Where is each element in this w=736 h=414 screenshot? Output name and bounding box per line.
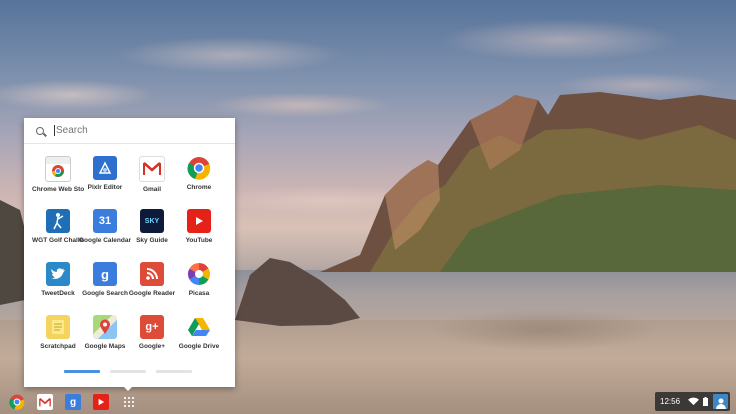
search-input[interactable] — [54, 125, 216, 136]
youtube-icon — [98, 398, 105, 406]
app-label: Google Reader — [128, 290, 176, 297]
app-youtube[interactable]: YouTube — [173, 209, 225, 244]
user-avatar-icon — [715, 398, 726, 409]
app-google-search[interactable]: g Google Search — [79, 262, 131, 297]
system-tray[interactable]: 12:56 — [655, 392, 730, 411]
shelf-app-launcher[interactable] — [121, 394, 137, 410]
app-label: Google+ — [138, 343, 166, 350]
app-sky-guide[interactable]: SKY Sky Guide — [126, 209, 178, 244]
app-picasa[interactable]: Picasa — [173, 262, 225, 297]
shelf-gmail[interactable] — [37, 394, 53, 410]
app-label: Chrome — [186, 184, 212, 191]
app-label: Pixlr Editor — [87, 184, 123, 191]
app-google-calendar[interactable]: 31 Google Calendar — [79, 209, 131, 244]
app-google-reader[interactable]: Google Reader — [126, 262, 178, 297]
app-google-plus[interactable]: g+ Google+ — [126, 315, 178, 350]
page-indicator-1[interactable] — [64, 370, 100, 373]
google-maps-icon — [93, 315, 117, 339]
app-label: Google Maps — [84, 343, 126, 350]
app-label: Scratchpad — [40, 343, 76, 350]
search-icon — [36, 126, 44, 135]
app-label: Google Calendar — [79, 237, 131, 244]
app-wgt-golf[interactable]: WGT Golf Challenge — [32, 209, 84, 244]
gmail-icon — [139, 156, 165, 182]
shelf-google-search[interactable]: g — [65, 394, 81, 410]
app-label: TweetDeck — [41, 290, 75, 297]
sky-guide-text: SKY — [144, 217, 160, 225]
tweetdeck-icon — [46, 262, 70, 286]
shelf-youtube[interactable] — [93, 394, 109, 410]
app-label: Google Drive — [178, 343, 220, 350]
wifi-icon — [688, 397, 699, 406]
chrome-web-store-icon — [45, 156, 71, 182]
page-indicator-2[interactable] — [110, 370, 146, 373]
launcher-pointer — [123, 386, 133, 391]
chrome-icon — [187, 156, 211, 180]
avatar[interactable] — [713, 394, 729, 409]
battery-icon — [703, 397, 709, 406]
app-label: Picasa — [188, 290, 210, 297]
app-launcher-icon — [124, 397, 134, 407]
app-google-maps[interactable]: Google Maps — [79, 315, 131, 350]
app-gmail[interactable]: Gmail — [126, 156, 178, 193]
sky-guide-icon: SKY — [140, 209, 164, 233]
app-label: YouTube — [185, 237, 213, 244]
app-pixlr-editor[interactable]: Pixlr Editor — [79, 156, 131, 191]
google-drive-icon — [187, 315, 211, 339]
scratchpad-icon — [46, 315, 70, 339]
google-search-glyph: g — [101, 266, 109, 282]
app-tweetdeck[interactable]: TweetDeck — [32, 262, 84, 297]
app-label: WGT Golf Challenge — [32, 237, 84, 244]
google-search-icon: g — [69, 396, 77, 408]
app-scratchpad[interactable]: Scratchpad — [32, 315, 84, 350]
app-launcher-panel: Chrome Web Store Pixlr Editor Gmail Chro… — [24, 118, 235, 387]
app-google-drive[interactable]: Google Drive — [173, 315, 225, 350]
app-label: Google Search — [82, 290, 128, 297]
app-label: Chrome Web Store — [32, 186, 84, 193]
gmail-icon — [39, 397, 51, 406]
app-chrome[interactable]: Chrome — [173, 156, 225, 191]
clock: 12:56 — [660, 397, 681, 406]
google-reader-icon — [140, 262, 164, 286]
picasa-icon — [187, 262, 211, 286]
app-chrome-web-store[interactable]: Chrome Web Store — [32, 156, 84, 193]
launcher-search-bar — [24, 118, 235, 144]
pixlr-editor-icon — [93, 156, 117, 180]
shelf-chrome[interactable] — [9, 394, 25, 410]
google-search-icon: g — [93, 262, 117, 286]
calendar-day-text: 31 — [98, 215, 112, 227]
app-label: Sky Guide — [136, 237, 168, 244]
page-indicator-3[interactable] — [156, 370, 192, 373]
google-plus-glyph: g+ — [145, 321, 159, 333]
youtube-icon — [187, 209, 211, 233]
app-label: Gmail — [142, 186, 162, 193]
google-plus-icon: g+ — [140, 315, 164, 339]
google-calendar-icon: 31 — [93, 209, 117, 233]
wgt-golf-icon — [46, 209, 70, 233]
chrome-icon — [9, 394, 25, 410]
